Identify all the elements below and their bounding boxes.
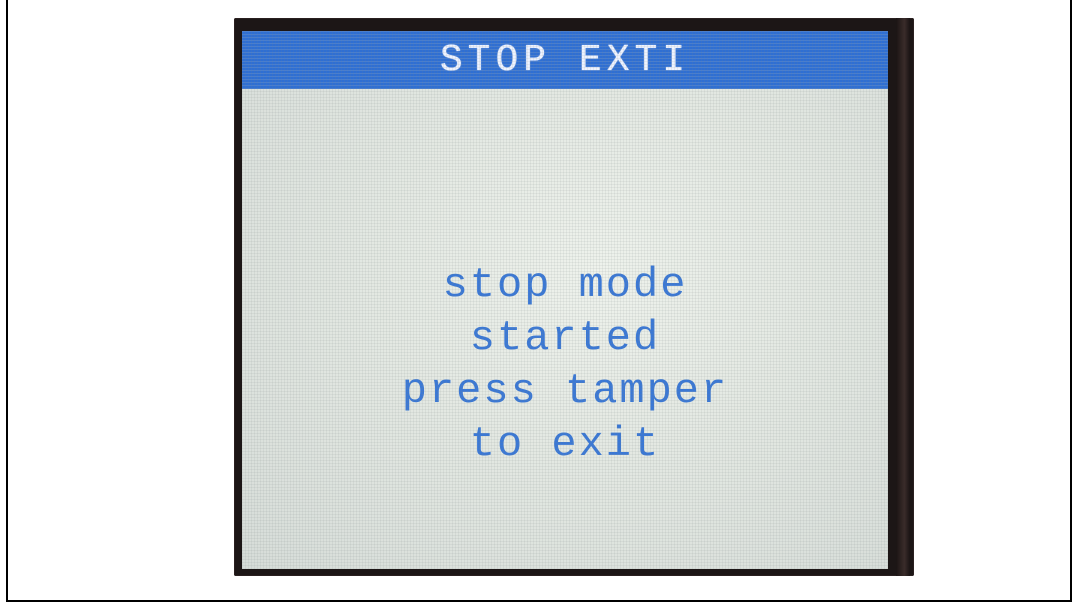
figure-frame: STOP EXTI stop mode started press tamper…	[6, 0, 1072, 602]
message-line: press tamper	[401, 367, 729, 415]
message-line: stop mode	[442, 261, 688, 309]
lcd-screen: STOP EXTI stop mode started press tamper…	[242, 31, 888, 569]
screen-title: STOP EXTI	[439, 38, 691, 82]
bezel-edge	[896, 18, 910, 576]
lcd-device: STOP EXTI stop mode started press tamper…	[234, 18, 914, 576]
status-message: stop mode started press tamper to exit	[242, 259, 888, 471]
title-bar: STOP EXTI	[242, 31, 888, 89]
message-line: started	[469, 314, 661, 362]
message-line: to exit	[469, 420, 661, 468]
